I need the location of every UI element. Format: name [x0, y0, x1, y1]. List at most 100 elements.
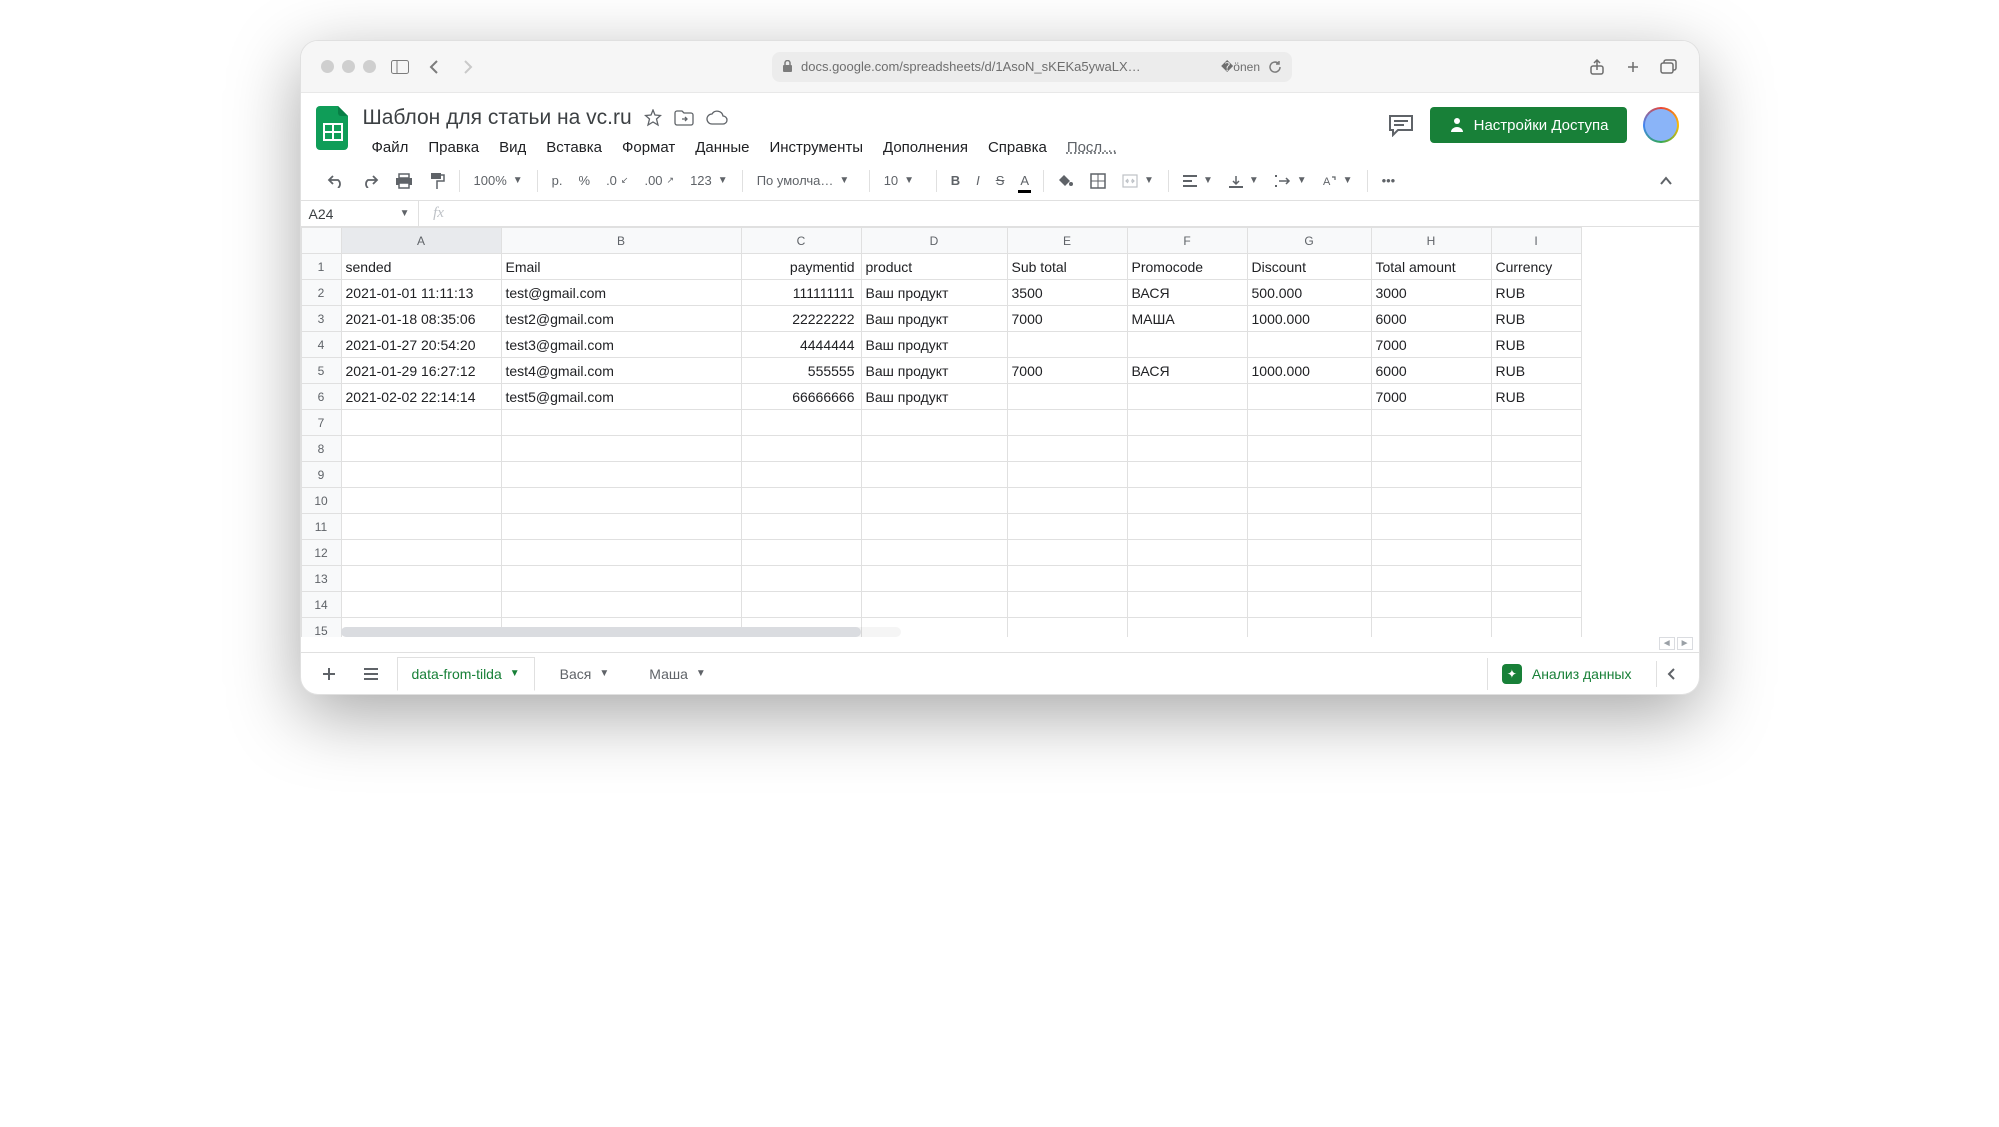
menu-tools[interactable]: Инструменты	[760, 135, 872, 160]
cell[interactable]: 2021-01-18 08:35:06	[341, 306, 501, 332]
font-size-select[interactable]: 10▼	[878, 171, 928, 190]
cell[interactable]	[1491, 592, 1581, 618]
cell[interactable]	[1127, 566, 1247, 592]
font-select[interactable]: По умолча…▼	[751, 171, 861, 190]
cell[interactable]	[1007, 332, 1127, 358]
cell[interactable]: test2@gmail.com	[501, 306, 741, 332]
cell[interactable]	[1007, 566, 1127, 592]
row-header[interactable]: 11	[301, 514, 341, 540]
cell[interactable]	[741, 462, 861, 488]
menu-view[interactable]: Вид	[490, 135, 535, 160]
cell[interactable]	[1247, 566, 1371, 592]
cell[interactable]	[1371, 462, 1491, 488]
cell[interactable]: Promocode	[1127, 254, 1247, 280]
cell[interactable]: RUB	[1491, 358, 1581, 384]
cell[interactable]	[1007, 592, 1127, 618]
cell[interactable]	[741, 592, 861, 618]
formula-input[interactable]	[459, 201, 1699, 226]
column-header[interactable]: A	[341, 228, 501, 254]
row-header[interactable]: 4	[301, 332, 341, 358]
row-header[interactable]: 13	[301, 566, 341, 592]
cell[interactable]: Ваш продукт	[861, 332, 1007, 358]
cell[interactable]	[501, 566, 741, 592]
cell[interactable]	[1247, 410, 1371, 436]
column-header[interactable]: G	[1247, 228, 1371, 254]
menu-file[interactable]: Файл	[363, 135, 418, 160]
cell[interactable]: RUB	[1491, 332, 1581, 358]
account-avatar[interactable]	[1643, 107, 1679, 143]
cell[interactable]: Currency	[1491, 254, 1581, 280]
cell[interactable]: 6000	[1371, 306, 1491, 332]
cell[interactable]	[861, 514, 1007, 540]
cell[interactable]: 7000	[1371, 384, 1491, 410]
cell[interactable]	[741, 540, 861, 566]
cell[interactable]: RUB	[1491, 306, 1581, 332]
collapse-toolbar-icon[interactable]	[1653, 172, 1679, 190]
cell[interactable]: 7000	[1007, 306, 1127, 332]
cell[interactable]	[1247, 332, 1371, 358]
cell[interactable]: 1000.000	[1247, 306, 1371, 332]
print-icon[interactable]	[389, 169, 419, 193]
scroll-left-icon[interactable]: ◄	[1659, 637, 1675, 650]
cell[interactable]	[1127, 514, 1247, 540]
row-header[interactable]: 8	[301, 436, 341, 462]
cell[interactable]	[1007, 462, 1127, 488]
column-header[interactable]: H	[1371, 228, 1491, 254]
select-all-corner[interactable]	[301, 228, 341, 254]
url-bar[interactable]: docs.google.com/spreadsheets/d/1AsoN_sKE…	[772, 52, 1292, 82]
traffic-min[interactable]	[342, 60, 355, 73]
italic-btn[interactable]: I	[970, 169, 986, 192]
cell[interactable]	[861, 540, 1007, 566]
cell[interactable]	[1371, 618, 1491, 638]
column-header[interactable]: E	[1007, 228, 1127, 254]
row-header[interactable]: 6	[301, 384, 341, 410]
new-tab-icon[interactable]	[1623, 57, 1643, 77]
cell[interactable]	[1247, 514, 1371, 540]
cell[interactable]	[1007, 618, 1127, 638]
window-controls[interactable]	[321, 60, 376, 73]
cell[interactable]: 2021-01-27 20:54:20	[341, 332, 501, 358]
cell[interactable]	[741, 436, 861, 462]
cell[interactable]	[1007, 410, 1127, 436]
cell[interactable]: RUB	[1491, 384, 1581, 410]
cell[interactable]	[1371, 540, 1491, 566]
reload-icon[interactable]	[1268, 60, 1282, 74]
cell[interactable]	[1491, 618, 1581, 638]
cell[interactable]	[1247, 462, 1371, 488]
cell[interactable]	[1491, 566, 1581, 592]
rotate-btn[interactable]: A▼	[1317, 172, 1359, 190]
cell[interactable]: 7000	[1371, 332, 1491, 358]
horizontal-scrollbar[interactable]	[341, 627, 901, 637]
star-icon[interactable]	[644, 109, 662, 127]
sheet-tab[interactable]: Маша▼	[634, 657, 721, 691]
cell[interactable]	[1127, 436, 1247, 462]
strike-btn[interactable]: S	[990, 169, 1011, 192]
side-panel-toggle-icon[interactable]	[1656, 661, 1687, 687]
cell[interactable]	[861, 592, 1007, 618]
borders-btn[interactable]	[1084, 169, 1112, 193]
cell[interactable]	[1127, 592, 1247, 618]
cell[interactable]	[741, 566, 861, 592]
merge-btn[interactable]: ▼	[1116, 172, 1160, 190]
cell[interactable]	[861, 436, 1007, 462]
row-header[interactable]: 3	[301, 306, 341, 332]
increase-decimal-btn[interactable]: .00↗	[638, 169, 680, 192]
explore-button[interactable]: ✦ Анализ данных	[1487, 658, 1646, 690]
column-header[interactable]: F	[1127, 228, 1247, 254]
menu-data[interactable]: Данные	[686, 135, 758, 160]
sheet-tab-active[interactable]: data-from-tilda▼	[397, 657, 535, 691]
cell[interactable]	[741, 410, 861, 436]
cell[interactable]	[341, 436, 501, 462]
cell[interactable]: test4@gmail.com	[501, 358, 741, 384]
cell[interactable]: product	[861, 254, 1007, 280]
add-sheet-btn[interactable]	[313, 660, 345, 688]
cell[interactable]	[501, 488, 741, 514]
row-header[interactable]: 1	[301, 254, 341, 280]
decrease-decimal-btn[interactable]: .0↙	[600, 169, 634, 192]
cell[interactable]	[861, 410, 1007, 436]
cell[interactable]	[1371, 514, 1491, 540]
cell[interactable]	[1007, 384, 1127, 410]
cell[interactable]: 2021-01-29 16:27:12	[341, 358, 501, 384]
cell[interactable]	[501, 592, 741, 618]
cell[interactable]	[1127, 488, 1247, 514]
